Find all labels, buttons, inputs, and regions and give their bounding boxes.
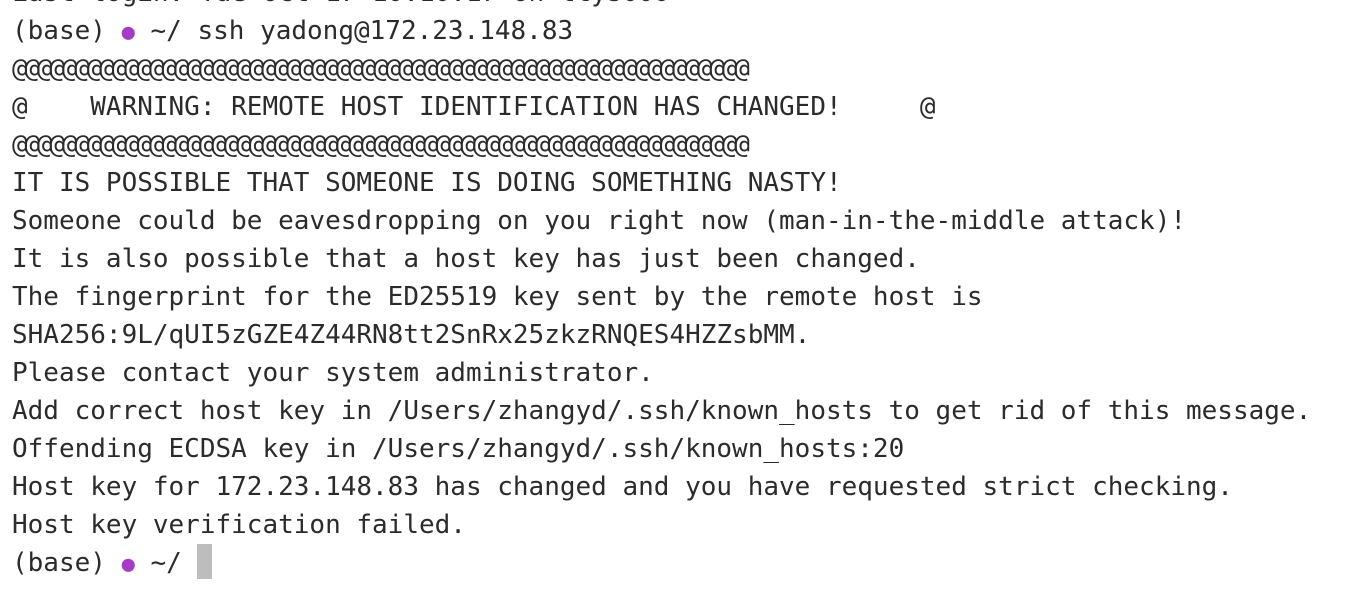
- fingerprint-line: SHA256:9L/qUI5zGZE4Z44RN8tt2SnRx25zkzRNQ…: [12, 320, 811, 350]
- last-login-line: Last login: Tue Oct 17 10:10:17 on ttys0…: [12, 0, 669, 12]
- env-prefix: (base): [12, 16, 122, 46]
- current-dir: ~/: [134, 16, 198, 46]
- apple-icon: ●: [121, 552, 135, 577]
- output-line: Offending ECDSA key in /Users/zhangyd/.s…: [12, 434, 905, 464]
- output-line: IT IS POSSIBLE THAT SOMEONE IS DOING SOM…: [12, 168, 842, 198]
- output-line: Please contact your system administrator…: [12, 358, 654, 388]
- output-line: It is also possible that a host key has …: [12, 244, 920, 274]
- terminal-window[interactable]: Last login: Tue Oct 17 10:10:17 on ttys0…: [0, 0, 1358, 600]
- command-text: ssh yadong@172.23.148.83: [197, 16, 574, 46]
- warning-banner-bottom: @@@@@@@@@@@@@@@@@@@@@@@@@@@@@@@@@@@@@@@@…: [12, 130, 750, 160]
- output-line: Host key for 172.23.148.83 has changed a…: [12, 472, 1233, 502]
- current-dir: ~/: [134, 548, 198, 578]
- env-prefix: (base): [12, 548, 122, 578]
- warning-banner-text: @ WARNING: REMOTE HOST IDENTIFICATION HA…: [12, 92, 936, 122]
- output-line: Host key verification failed.: [12, 510, 466, 540]
- prompt-line: (base) ● ~/ ssh yadong@172.23.148.83: [12, 12, 573, 50]
- apple-icon: ●: [121, 20, 135, 45]
- prompt-line[interactable]: (base) ● ~/: [12, 544, 213, 582]
- warning-banner-top: @@@@@@@@@@@@@@@@@@@@@@@@@@@@@@@@@@@@@@@@…: [12, 54, 750, 84]
- text-cursor[interactable]: [197, 544, 213, 579]
- output-line: The fingerprint for the ED25519 key sent…: [12, 282, 983, 312]
- output-line: Someone could be eavesdropping on you ri…: [12, 206, 1186, 236]
- output-line: Add correct host key in /Users/zhangyd/.…: [12, 396, 1312, 426]
